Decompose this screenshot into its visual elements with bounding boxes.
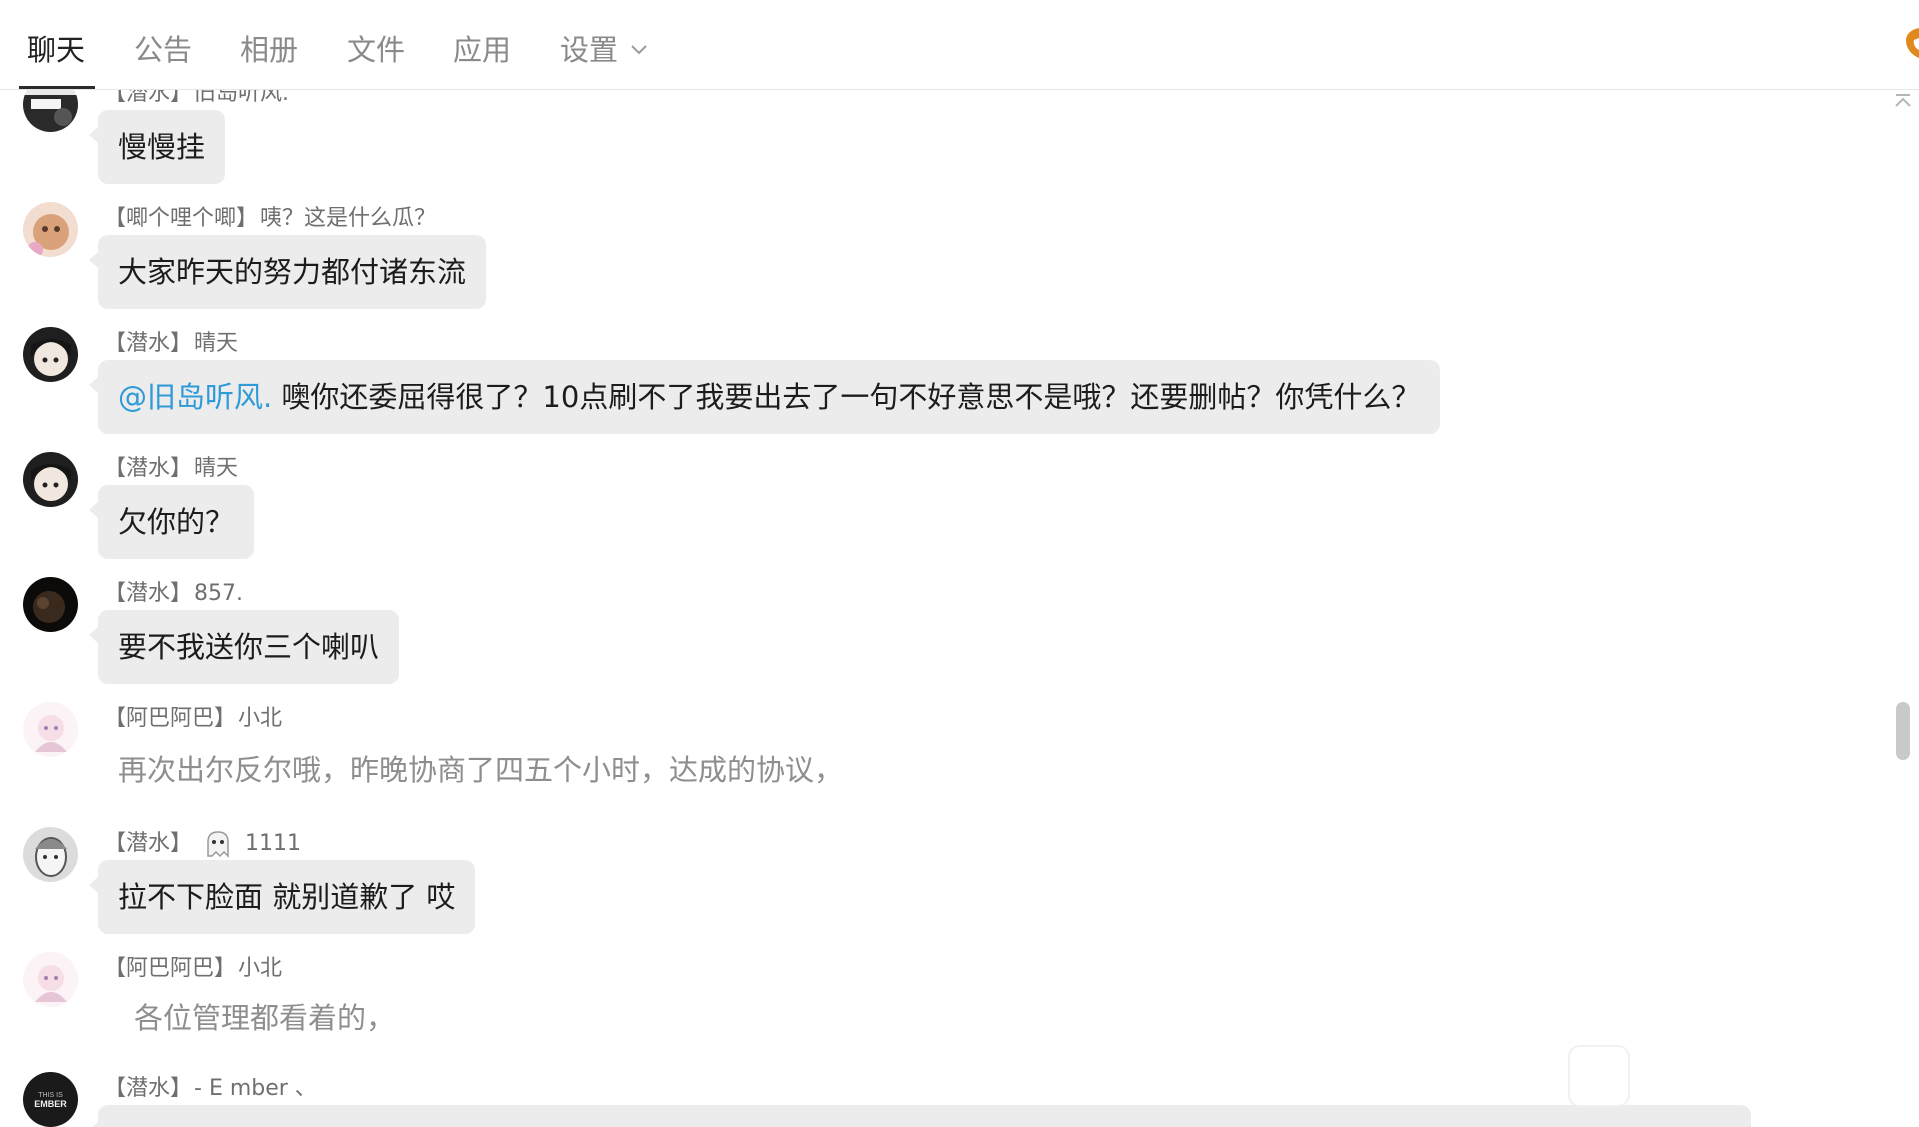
sender-label: 【唧个哩个唧】咦？这是什么瓜？ [104,205,436,233]
member-tag: 【潜水】 [104,331,193,356]
member-tag: 【阿巴阿巴】 [104,956,237,981]
message-text: 噢你还委屈得很了？10点刷不了我要出去了一句不好意思不是哦？还要删帖？你凭什么？ [272,380,1421,414]
avatar[interactable] [23,452,78,507]
member-tag: 【潜水】 [104,581,193,606]
tab-apps[interactable]: 应用 [453,30,511,70]
avatar[interactable] [23,577,78,632]
avatar-text: EMBER [34,1099,67,1109]
message-text[interactable]: 再次出尔反尔哦，昨晚协商了四五个小时，达成的协议， [118,750,843,790]
message-bubble[interactable]: @旧岛听风. 噢你还委屈得很了？10点刷不了我要出去了一句不好意思不是哦？还要删… [88,360,1441,434]
floating-widget[interactable] [1568,1045,1630,1107]
sender-name: 晴天 [194,331,239,356]
phone-call-icon[interactable] [1900,26,1919,62]
sender-name: 小北 [238,706,283,731]
sender-label: 【潜水】- E mber 、 [104,1075,317,1103]
mention-link[interactable]: @旧岛听风. [118,380,272,414]
chat-window: 聊天 公告 相册 文件 应用 设置 【潜水】旧岛听风. 慢慢挂 【唧个哩个唧】咦… [0,0,1919,1127]
tab-announcements[interactable]: 公告 [134,30,192,70]
sender-name: 旧岛听风. [194,90,290,106]
sender-label: 【潜水】晴天 [104,330,238,358]
message-bubble[interactable]: 大家昨天的努力都付诸东流 [88,235,487,309]
tab-chat[interactable]: 聊天 [27,30,85,70]
chevron-down-icon[interactable] [630,44,648,56]
avatar[interactable] [23,827,78,882]
message-list[interactable]: 【潜水】旧岛听风. 慢慢挂 【唧个哩个唧】咦？这是什么瓜？ 大家昨天的努力都付诸… [0,90,1919,1127]
sender-name: - E mber 、 [194,1076,317,1101]
avatar[interactable] [23,327,78,382]
scrollbar-thumb[interactable] [1896,702,1910,760]
avatar-text: THIS IS [38,1092,63,1099]
message-bubble[interactable]: 欠你的？ [88,485,255,559]
avatar[interactable] [23,702,78,757]
message-bubble[interactable]: 慢慢挂 [88,110,226,184]
sender-name: 1111 [245,831,302,856]
sender-name: 857. [194,581,243,606]
avatar[interactable]: THIS IS EMBER [23,1072,78,1127]
member-tag: 【阿巴阿巴】 [104,706,237,731]
sender-label: 【潜水】旧岛听风. [104,90,289,108]
sender-name: 晴天 [194,456,239,481]
ghost-emoji-icon [207,831,229,858]
sender-label: 【阿巴阿巴】小北 [104,955,282,983]
member-tag: 【潜水】 [104,456,193,481]
sender-name: 咦？这是什么瓜？ [260,206,437,231]
sender-name: 小北 [238,956,283,981]
avatar[interactable] [23,202,78,257]
message-bubble[interactable]: 要不我送你三个喇叭 [88,610,400,684]
sender-label: 【潜水】 1111 [104,830,301,858]
avatar[interactable] [23,952,78,1007]
member-tag: 【唧个哩个唧】 [104,206,259,231]
tab-album[interactable]: 相册 [240,30,298,70]
member-tag: 【潜水】 [104,1076,193,1101]
scroll-to-top-icon[interactable] [1893,92,1913,112]
active-tab-indicator [19,86,95,89]
member-tag: 【潜水】 [104,831,193,856]
tab-files[interactable]: 文件 [347,30,405,70]
sender-label: 【阿巴阿巴】小北 [104,705,282,733]
tab-settings[interactable]: 设置 [560,30,618,70]
member-tag: 【潜水】 [104,90,193,106]
tab-bar: 聊天 公告 相册 文件 应用 设置 [0,0,1919,90]
avatar[interactable] [23,90,78,132]
message-bubble[interactable] [89,1105,1751,1127]
sender-label: 【潜水】晴天 [104,455,238,483]
message-bubble[interactable]: 拉不下脸面 就别道歉了 哎 [88,860,476,934]
sender-label: 【潜水】857. [104,580,243,608]
message-text[interactable]: 各位管理都看着的， [134,998,395,1038]
